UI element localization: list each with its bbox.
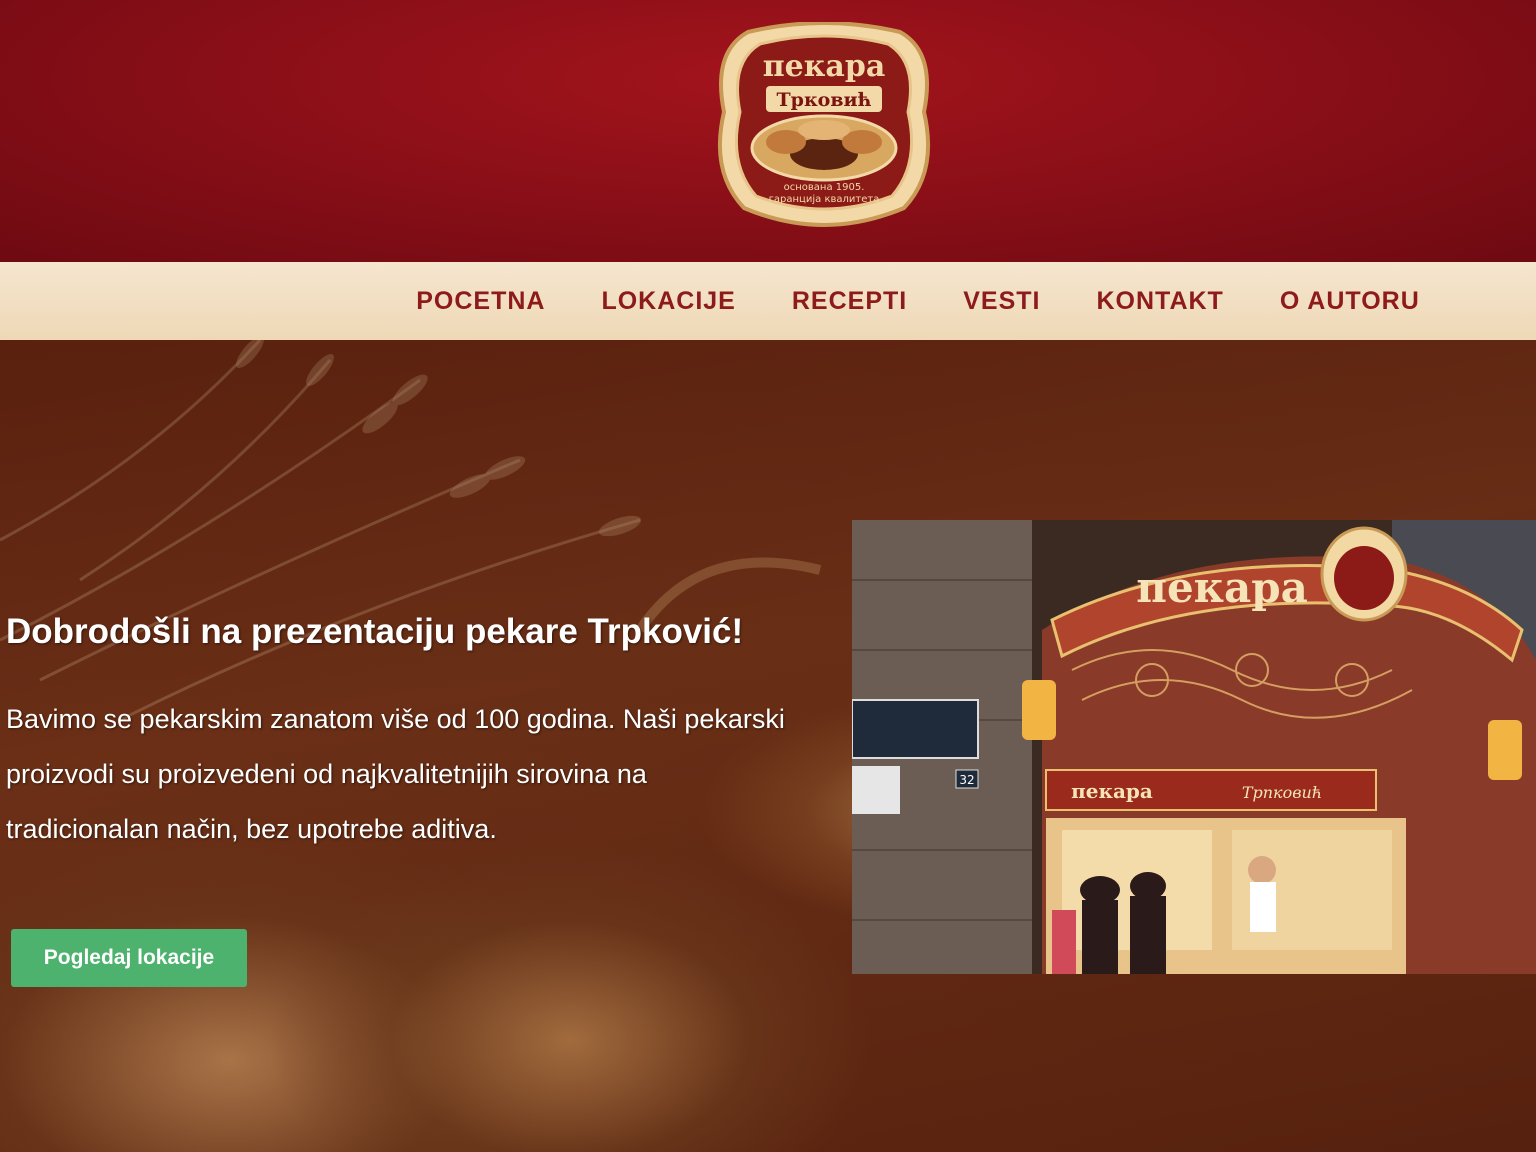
hero-title: Dobrodošli na prezentaciju pekare Trpkov… [6, 612, 744, 651]
main-nav: POCETNA LOKACIJE RECEPTI VESTI KONTAKT O… [0, 262, 1536, 340]
nav-item-o-autoru[interactable]: O AUTORU [1280, 287, 1420, 316]
nav-item-pocetna[interactable]: POCETNA [416, 287, 545, 316]
site-header: пекара Трковић основана 1905. гаранција … [0, 0, 1536, 262]
store-front-sign: пекара [1071, 779, 1153, 803]
nav-item-kontakt[interactable]: KONTAKT [1096, 287, 1223, 316]
logo-founded-text: основана 1905. [784, 182, 865, 193]
hero-description: Bavimo se pekarskim zanatom više od 100 … [6, 704, 785, 844]
logo-name-text: Трковић [777, 89, 872, 111]
nav-item-lokacije[interactable]: LOKACIJE [601, 287, 735, 316]
store-arch-sign: пекара [1136, 563, 1308, 612]
bakery-logo[interactable]: пекара Трковић основана 1905. гаранција … [708, 22, 940, 236]
street-number: 32 [959, 773, 974, 787]
view-locations-button[interactable]: Pogledaj lokacije [11, 929, 247, 987]
logo-top-text: пекара [763, 49, 886, 84]
nav-item-recepti[interactable]: RECEPTI [792, 287, 907, 316]
store-name-sign: Трпковић [1242, 783, 1322, 802]
logo-guarantee-text: гаранција квалитета [769, 193, 880, 205]
hero-section: Dobrodošli na prezentaciju pekare Trpkov… [0, 340, 1536, 1152]
nav-item-vesti[interactable]: VESTI [963, 287, 1040, 316]
bakery-storefront-photo: 32 пекара пекара Трпковић [852, 520, 1536, 974]
